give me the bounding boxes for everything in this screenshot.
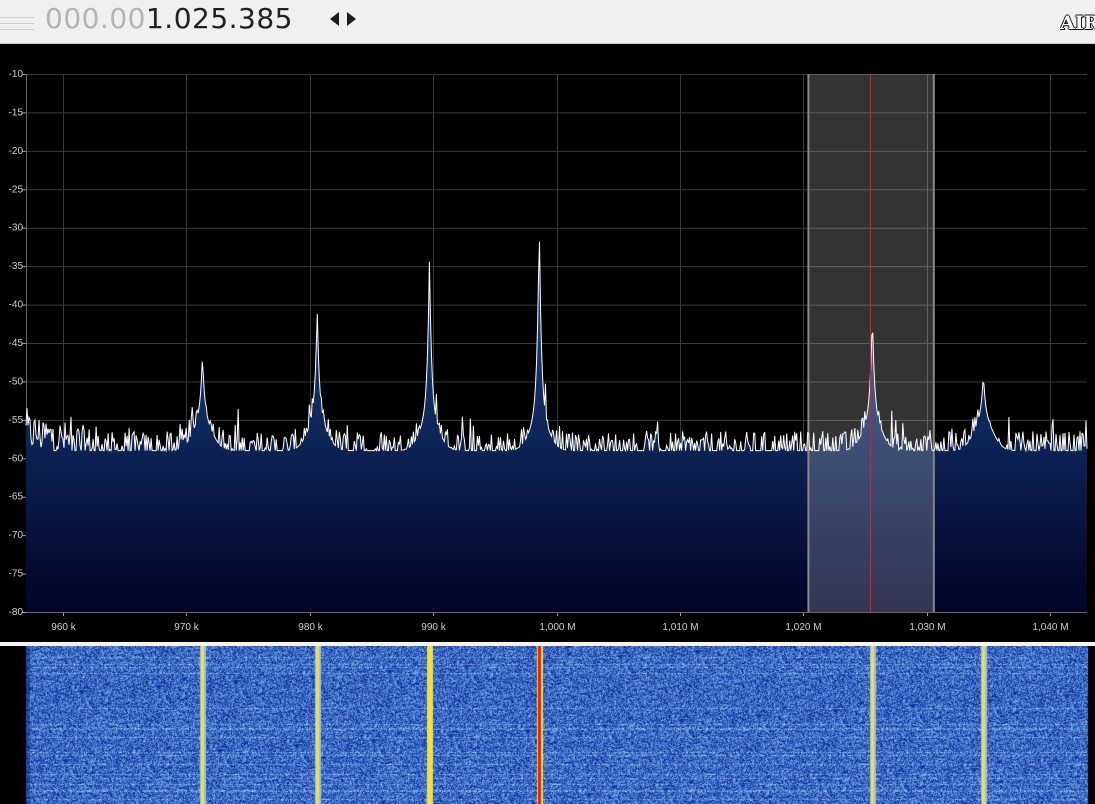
y-tick-label: -35 [9, 261, 24, 272]
y-axis-labels: -10 -15 -20 -25 -30 -35 -40 -45 -50 -55 -60 -65 -70 -… [9, 69, 24, 618]
toolbar: 000.001.025.385 AIR [0, 0, 1095, 44]
x-tick-label: 960 k [51, 622, 76, 633]
y-tick-label: -20 [9, 146, 24, 157]
y-tick-label: -15 [9, 107, 24, 118]
y-tick-label: -65 [9, 492, 24, 503]
tuning-step-arrows-icon[interactable] [328, 10, 358, 28]
x-tick-label: 990 k [421, 622, 446, 633]
y-tick-label: -45 [9, 338, 24, 349]
x-tick-label: 1,030 M [909, 622, 945, 633]
x-tick-label: 1,010 M [662, 622, 698, 633]
x-tick-label: 970 k [174, 622, 199, 633]
x-tick-label: 1,000 M [539, 622, 575, 633]
app-logo: AIR [1060, 12, 1095, 34]
y-tick-label: -25 [9, 184, 24, 195]
y-tick-label: -55 [9, 415, 24, 426]
y-tick-label: -50 [9, 376, 24, 387]
y-tick-label: -60 [9, 453, 24, 464]
y-tick-label: -80 [9, 607, 24, 618]
y-tick-label: -10 [9, 69, 24, 80]
y-tick-label: -40 [9, 300, 24, 311]
x-tick-label: 1,040 M [1032, 622, 1068, 633]
frequency-display[interactable]: 000.001.025.385 [45, 2, 293, 36]
x-tick-label: 1,020 M [785, 622, 821, 633]
frequency-value[interactable]: 1.025.385 [146, 2, 293, 35]
y-tick-label: -70 [9, 530, 24, 541]
waterfall-display[interactable] [0, 646, 1095, 804]
y-tick-label: -75 [9, 569, 24, 580]
fft-spectrum-plot[interactable]: -10 -15 -20 -25 -30 -35 -40 -45 -50 -55 -60 -65 -70 -… [0, 44, 1095, 642]
toolbar-grip-handle[interactable] [0, 12, 34, 32]
x-tick-label: 980 k [298, 622, 323, 633]
y-tick-label: -30 [9, 223, 24, 234]
frequency-leading-zeros[interactable]: 000.00 [45, 2, 146, 35]
